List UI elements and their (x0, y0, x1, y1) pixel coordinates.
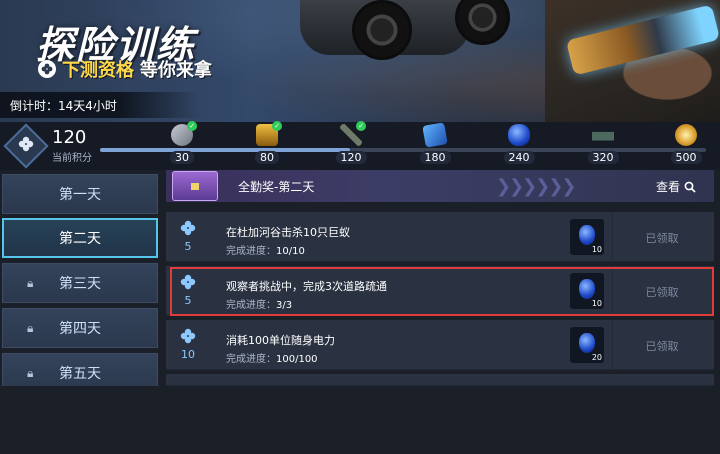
divider (612, 266, 613, 316)
clover-icon (176, 274, 200, 294)
divider (612, 212, 613, 262)
milestone-value: 180 (419, 151, 451, 164)
progress-value: 100/100 (276, 354, 318, 365)
tab-day-4[interactable]: 🔒︎ 第四天 (2, 308, 158, 348)
milestone-120[interactable]: ✓ 120 (331, 121, 371, 165)
subtitle-rest: 等你来拿 (140, 60, 212, 81)
reward-quantity: 10 (591, 245, 602, 254)
check-icon: ✓ (272, 121, 282, 131)
progress-label: 完成进度： (226, 300, 276, 311)
vehicle-wheel (352, 0, 412, 60)
lock-icon: 🔒︎ (27, 275, 34, 290)
tab-day-3[interactable]: 🔒︎ 第三天 (2, 263, 158, 303)
task-title: 观察者挑战中，完成3次道路疏通 (226, 280, 387, 293)
milestone-value: 30 (170, 151, 194, 164)
gold-medal-icon (675, 124, 697, 146)
clover-icon (38, 60, 56, 78)
task-progress: 完成进度：100/100 (226, 350, 318, 365)
reward-quantity: 20 (591, 353, 602, 362)
blue-gem-icon (508, 124, 530, 146)
current-points: 120 当前积分 (3, 123, 100, 169)
points-value: 120 (52, 126, 87, 148)
task-progress: 完成进度：10/10 (226, 242, 305, 257)
reward-item[interactable]: 10 (570, 219, 604, 255)
clover-points-icon (3, 123, 49, 169)
check-icon: ✓ (187, 121, 197, 131)
points-progress: 120 当前积分 ✓ 30 ✓ 80 ✓ 120 180 240 320 500 (0, 121, 720, 170)
chevron-decoration: ❯❯❯❯❯❯ (496, 176, 576, 197)
day-tabs: 第一天 第二天 🔒︎ 第三天 🔒︎ 第四天 🔒︎ 第五天 (0, 170, 160, 393)
gear-icon: ✓ (171, 121, 197, 146)
task-row: 5 在杜加河谷击杀10只巨蚁 完成进度：10/10 10 已领取 (166, 212, 714, 262)
clover-icon (176, 328, 200, 348)
reward-item[interactable]: 10 (570, 273, 604, 309)
progress-label: 完成进度： (226, 246, 276, 257)
task-row-partial (166, 374, 714, 386)
tab-label: 第二天 (59, 231, 101, 247)
lock-icon: 🔒︎ (27, 365, 34, 380)
task-panel: 全勤奖-第二天 ❯❯❯❯❯❯ 查看 5 在杜加河谷击杀10只巨蚁 完成进度：10… (166, 170, 720, 386)
divider (612, 320, 613, 370)
milestone-80[interactable]: ✓ 80 (247, 121, 287, 165)
milestone-value: 320 (587, 151, 619, 164)
task-points: 10 (181, 348, 195, 361)
progress-label: 完成进度： (226, 354, 276, 365)
tab-label: 第一天 (59, 187, 101, 203)
lock-icon: 🔒︎ (27, 320, 34, 335)
task-row: 10 消耗100单位随身电力 完成进度：100/100 20 已领取 (166, 320, 714, 370)
tab-label: 第四天 (59, 321, 101, 337)
blue-gem-icon (579, 279, 595, 299)
card-icon (422, 122, 448, 148)
tab-day-1[interactable]: 第一天 (2, 174, 158, 214)
task-title: 在杜加河谷击杀10只巨蚁 (226, 226, 350, 239)
milestone-value: 80 (255, 151, 279, 164)
task-points: 5 (184, 294, 192, 307)
milestone-value: 240 (503, 151, 535, 164)
reward-item[interactable]: 20 (570, 327, 604, 363)
task-title: 消耗100单位随身电力 (226, 334, 335, 347)
milestone-value: 500 (670, 151, 702, 164)
progress-value: 10/10 (276, 246, 305, 257)
tab-day-2[interactable]: 第二天 (2, 218, 158, 258)
milestone-240[interactable]: 240 (499, 124, 539, 165)
view-button[interactable]: 查看 (656, 178, 696, 195)
progress-value: 3/3 (276, 300, 293, 311)
points-label: 当前积分 (52, 152, 92, 164)
milestone-180[interactable]: 180 (415, 122, 455, 165)
milestone-value: 120 (335, 151, 367, 164)
weapon-icon: ✓ (340, 121, 366, 146)
chest-icon (172, 171, 218, 201)
clover-icon (176, 220, 200, 240)
vehicle-icon (592, 124, 614, 146)
countdown-timer: 倒计时：14天4小时 (0, 92, 200, 118)
claimed-status: 已领取 (645, 340, 679, 353)
task-points: 5 (184, 240, 192, 253)
view-label: 查看 (655, 180, 680, 194)
subtitle-highlight: 下测资格 (62, 60, 134, 81)
event-banner: 探险训练 下测资格 等你来拿 倒计时：14天4小时 (0, 0, 720, 122)
milestone-500[interactable]: 500 (666, 124, 706, 165)
attendance-reward-header: 全勤奖-第二天 ❯❯❯❯❯❯ 查看 (166, 170, 714, 202)
tab-label: 第三天 (59, 276, 101, 292)
reward-quantity: 10 (591, 299, 602, 308)
progress-fill (100, 148, 350, 152)
bottom-area (0, 386, 720, 454)
claimed-status: 已领取 (645, 286, 679, 299)
search-icon (684, 181, 696, 193)
claimed-status: 已领取 (645, 232, 679, 245)
blue-gem-icon (579, 333, 595, 353)
task-progress: 完成进度：3/3 (226, 296, 292, 311)
milestone-320[interactable]: 320 (583, 124, 623, 165)
header-title: 全勤奖-第二天 (238, 179, 315, 194)
event-subtitle: 下测资格 等你来拿 (38, 56, 212, 82)
milestone-30[interactable]: ✓ 30 (162, 121, 202, 165)
blue-gem-icon (579, 225, 595, 245)
check-icon: ✓ (356, 121, 366, 131)
task-row: 5 观察者挑战中，完成3次道路疏通 完成进度：3/3 10 已领取 (166, 266, 714, 316)
treasure-box-icon: ✓ (256, 121, 282, 146)
tab-label: 第五天 (59, 366, 101, 382)
